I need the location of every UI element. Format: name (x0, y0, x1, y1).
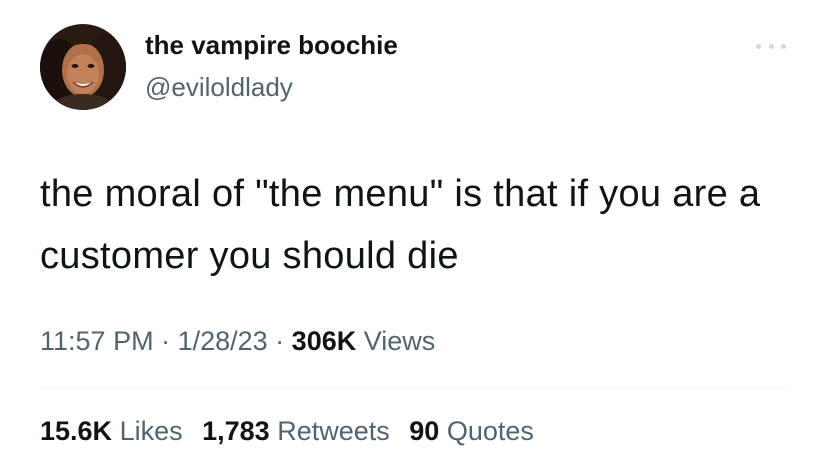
more-dot (756, 43, 761, 49)
tweet-card: the vampire boochie @eviloldlady the mor… (0, 0, 828, 471)
meta-separator: · (267, 326, 292, 356)
views-count: 306K (291, 326, 357, 356)
quotes-label: Quotes (439, 416, 534, 446)
likes-count: 15.6K (40, 416, 113, 446)
tweet-time[interactable]: 11:57 PM (40, 326, 154, 356)
retweets-stat[interactable]: 1,783 Retweets (202, 416, 390, 446)
more-options-icon[interactable] (756, 36, 786, 56)
meta-separator: · (153, 326, 178, 356)
more-dot (781, 43, 786, 49)
tweet-meta: 11:57 PM · 1/28/23 · 306K Views (40, 326, 435, 357)
retweets-count: 1,783 (202, 416, 270, 446)
likes-stat[interactable]: 15.6K Likes (40, 416, 183, 446)
tweet-date[interactable]: 1/28/23 (178, 326, 268, 356)
quotes-count: 90 (409, 416, 440, 446)
quotes-stat[interactable]: 90 Quotes (409, 416, 534, 446)
divider (40, 388, 788, 389)
views-label: Views (356, 326, 436, 356)
author-display-name[interactable]: the vampire boochie (145, 30, 398, 61)
tweet-stats: 15.6K Likes 1,783 Retweets 90 Quotes (40, 416, 546, 447)
author-handle[interactable]: @eviloldlady (145, 72, 293, 103)
retweets-label: Retweets (269, 416, 390, 446)
likes-label: Likes (112, 416, 183, 446)
avatar[interactable] (40, 24, 126, 110)
more-dot (768, 43, 774, 49)
avatar-photo-icon (40, 24, 126, 110)
tweet-text: the moral of "the menu" is that if you a… (40, 173, 761, 277)
